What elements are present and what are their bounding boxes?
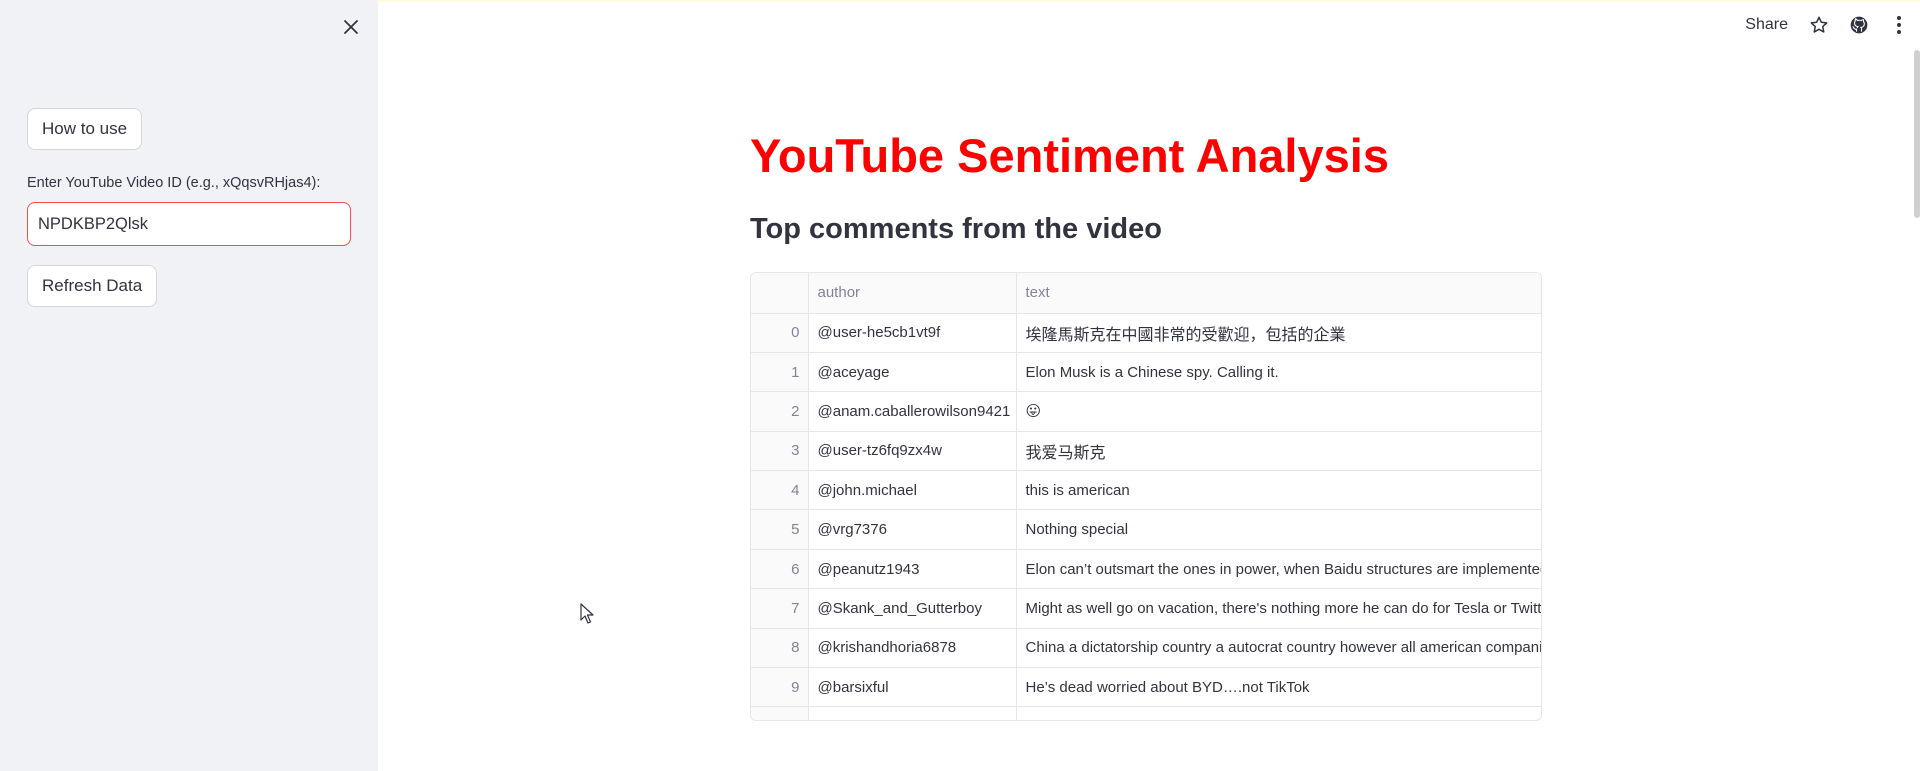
author-cell[interactable]: @john.michael bbox=[808, 470, 1017, 511]
text-cell[interactable]: 😛 bbox=[1016, 391, 1541, 432]
table-row[interactable]: 8 @krishandhoria6878 China a dictatorshi… bbox=[751, 628, 1541, 669]
table-row[interactable]: 3 @user-tz6fq9zx4w 我爱马斯克 bbox=[751, 431, 1541, 472]
row-index: 5 bbox=[751, 509, 809, 550]
table-row[interactable]: 0 @user-he5cb1vt9f 埃隆馬斯克在中國非常的受歡迎，包括的企業 bbox=[751, 313, 1541, 353]
refresh-data-button[interactable]: Refresh Data bbox=[27, 265, 158, 307]
sidebar-close-button[interactable] bbox=[340, 16, 362, 38]
row-index: 2 bbox=[751, 391, 809, 432]
text-column-header[interactable]: text bbox=[1016, 273, 1541, 314]
text-cell[interactable]: Nothing special bbox=[1016, 509, 1541, 550]
text-cell[interactable]: Elon can’t outsmart the ones in power, w… bbox=[1016, 549, 1541, 590]
text-cell[interactable] bbox=[1016, 706, 1541, 720]
text-cell[interactable]: this is american bbox=[1016, 470, 1541, 511]
row-index: 9 bbox=[751, 667, 809, 708]
table-row[interactable]: 4 @john.michael this is american bbox=[751, 470, 1541, 511]
author-cell[interactable]: @Skank_and_Gutterboy bbox=[808, 588, 1017, 629]
table-row[interactable]: 7 @Skank_and_Gutterboy Might as well go … bbox=[751, 588, 1541, 629]
author-column-header[interactable]: author bbox=[808, 273, 1017, 314]
row-index: 7 bbox=[751, 588, 809, 629]
mouse-cursor-icon bbox=[580, 603, 594, 624]
author-cell[interactable]: @anam.caballerowilson9421 bbox=[808, 391, 1017, 432]
row-index: 6 bbox=[751, 549, 809, 590]
table-row-partial[interactable] bbox=[751, 706, 1541, 720]
author-cell[interactable]: @vrg7376 bbox=[808, 509, 1017, 550]
table-row[interactable]: 5 @vrg7376 Nothing special bbox=[751, 509, 1541, 550]
video-id-label: Enter YouTube Video ID (e.g., xQqsvRHjas… bbox=[27, 175, 321, 191]
row-index: 3 bbox=[751, 431, 809, 472]
share-button[interactable]: Share bbox=[1745, 16, 1788, 34]
table-header-row: author text bbox=[751, 273, 1541, 314]
comments-table[interactable]: author text 0 @user-he5cb1vt9f 埃隆馬斯克在中國非… bbox=[750, 272, 1542, 721]
page-scrollbar[interactable] bbox=[1914, 50, 1920, 218]
author-cell[interactable]: @user-he5cb1vt9f bbox=[808, 313, 1017, 353]
sidebar: How to use Enter YouTube Video ID (e.g.,… bbox=[0, 0, 378, 771]
author-cell[interactable]: @peanutz1943 bbox=[808, 549, 1017, 590]
text-cell[interactable]: He’s dead worried about BYD….not TikTok bbox=[1016, 667, 1541, 708]
video-id-input[interactable] bbox=[28, 203, 350, 245]
author-cell[interactable]: @aceyage bbox=[808, 352, 1017, 393]
close-icon bbox=[344, 20, 358, 34]
app-toolbar: Share bbox=[1745, 12, 1920, 38]
row-index: 8 bbox=[751, 628, 809, 669]
text-cell[interactable]: 我爱马斯克 bbox=[1016, 431, 1541, 472]
row-index: 0 bbox=[751, 313, 809, 353]
github-icon[interactable] bbox=[1848, 14, 1870, 36]
author-cell[interactable]: @barsixful bbox=[808, 667, 1017, 708]
text-cell[interactable]: Might as well go on vacation, there's no… bbox=[1016, 588, 1541, 629]
table-row[interactable]: 1 @aceyage Elon Musk is a Chinese spy. C… bbox=[751, 352, 1541, 393]
how-to-use-button[interactable]: How to use bbox=[27, 108, 143, 150]
video-id-field[interactable] bbox=[27, 202, 351, 246]
table-row[interactable]: 2 @anam.caballerowilson9421 😛 bbox=[751, 391, 1541, 432]
text-cell[interactable]: Elon Musk is a Chinese spy. Calling it. bbox=[1016, 352, 1541, 393]
table-row[interactable]: 9 @barsixful He’s dead worried about BYD… bbox=[751, 667, 1541, 708]
author-cell[interactable] bbox=[808, 706, 1017, 720]
text-cell[interactable]: 埃隆馬斯克在中國非常的受歡迎，包括的企業 bbox=[1016, 313, 1541, 353]
row-index bbox=[751, 706, 809, 720]
more-vertical-icon[interactable] bbox=[1888, 14, 1910, 36]
row-index: 4 bbox=[751, 470, 809, 511]
section-subtitle: Top comments from the video bbox=[750, 213, 1162, 245]
star-icon[interactable] bbox=[1808, 14, 1830, 36]
table-row[interactable]: 6 @peanutz1943 Elon can’t outsmart the o… bbox=[751, 549, 1541, 590]
author-cell[interactable]: @krishandhoria6878 bbox=[808, 628, 1017, 669]
text-cell[interactable]: China a dictatorship country a autocrat … bbox=[1016, 628, 1541, 669]
page-title: YouTube Sentiment Analysis bbox=[750, 129, 1389, 182]
author-cell[interactable]: @user-tz6fq9zx4w bbox=[808, 431, 1017, 472]
row-index: 1 bbox=[751, 352, 809, 393]
index-column-header[interactable] bbox=[751, 273, 809, 314]
